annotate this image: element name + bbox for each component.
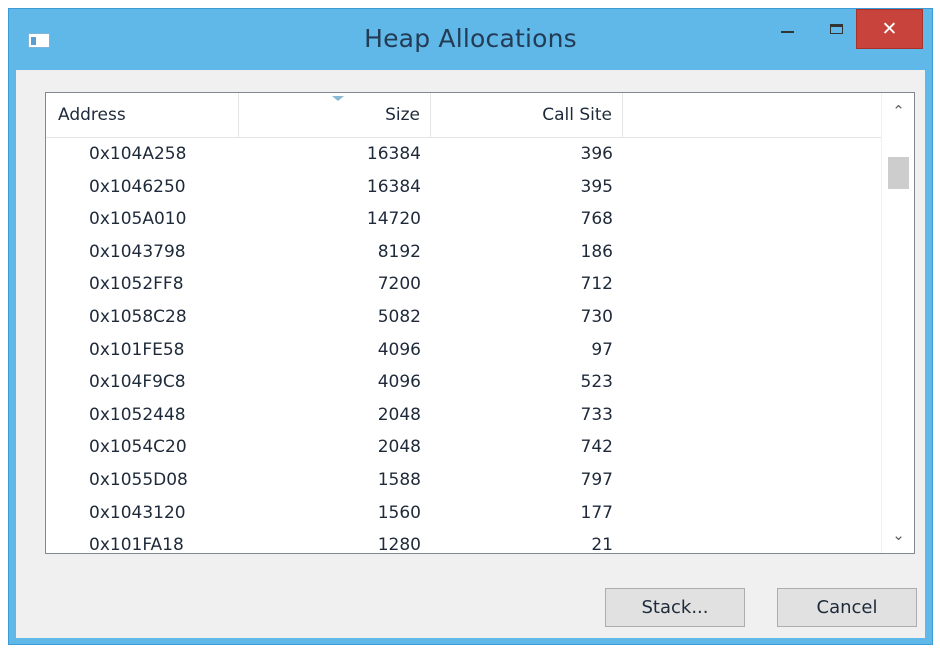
cell-address: 0x1052FF8 — [89, 274, 184, 295]
cell-call-site: 396 — [580, 144, 613, 164]
cell-call-site: 21 — [591, 535, 613, 554]
cell-size: 4096 — [377, 339, 421, 360]
cell-address: 0x1054C20 — [89, 437, 187, 458]
cell-address: 0x1058C28 — [89, 306, 187, 327]
table-row[interactable]: 0x1058C28 5082 730 — [46, 301, 882, 334]
scroll-down-button[interactable]: ⌄ — [882, 517, 914, 553]
close-button[interactable]: ✕ — [856, 9, 923, 49]
cell-size: 4096 — [377, 372, 421, 393]
cell-call-site: 742 — [580, 437, 613, 458]
chevron-up-icon: ⌃ — [892, 102, 905, 120]
close-icon: ✕ — [881, 17, 898, 40]
cell-call-site: 177 — [580, 502, 613, 523]
list-header: Address Size Call Site — [46, 93, 882, 138]
table-row[interactable]: 0x1052FF8 7200 712 — [46, 268, 882, 301]
table-row[interactable]: 0x1052448 2048 733 — [46, 399, 882, 432]
cell-call-site: 523 — [580, 372, 613, 393]
cell-size: 8192 — [377, 241, 421, 262]
cell-size: 2048 — [377, 437, 421, 458]
vertical-scrollbar[interactable]: ⌃ ⌄ — [881, 93, 914, 553]
list-rows: 0x104A258 16384 396 0x1046250 16384 395 0x105A… — [46, 138, 882, 554]
cell-address: 0x101FE58 — [89, 339, 185, 360]
cancel-button[interactable]: Cancel — [777, 588, 917, 627]
cell-size: 7200 — [377, 274, 421, 295]
cell-address: 0x101FA18 — [89, 535, 184, 554]
cell-call-site: 712 — [580, 274, 613, 295]
cell-address: 0x105A010 — [89, 209, 187, 230]
cell-call-site: 186 — [580, 241, 613, 262]
cell-call-site: 733 — [580, 404, 613, 425]
sort-descending-icon — [332, 96, 344, 101]
cell-address: 0x1043120 — [89, 502, 186, 523]
cell-address: 0x104A258 — [89, 144, 187, 164]
cell-call-site: 797 — [580, 469, 613, 490]
table-row[interactable]: 0x1055D08 1588 797 — [46, 464, 882, 497]
scrollbar-thumb[interactable] — [888, 157, 909, 189]
dialog-client-area: Address Size Call Site 0x104A258 16384 396… — [16, 70, 925, 638]
minimize-icon — [781, 31, 794, 33]
cell-address: 0x1043798 — [89, 241, 186, 262]
column-header-filler — [623, 93, 882, 137]
cell-size: 16384 — [366, 176, 421, 197]
cell-call-site: 768 — [580, 209, 613, 230]
cell-call-site: 97 — [591, 339, 613, 360]
cell-address: 0x1046250 — [89, 176, 186, 197]
cell-size: 14720 — [366, 209, 421, 230]
table-row[interactable]: 0x1046250 16384 395 — [46, 171, 882, 204]
table-row[interactable]: 0x105A010 14720 768 — [46, 203, 882, 236]
table-row[interactable]: 0x1054C20 2048 742 — [46, 431, 882, 464]
heap-allocations-window: Heap Allocations ✕ Address Size Call Sit… — [8, 8, 933, 645]
scroll-up-button[interactable]: ⌃ — [882, 93, 914, 129]
cell-size: 5082 — [377, 306, 421, 327]
table-row[interactable]: 0x1043120 1560 177 — [46, 497, 882, 530]
cell-size: 1280 — [377, 535, 421, 554]
maximize-icon — [830, 24, 843, 34]
cell-address: 0x1052448 — [89, 404, 186, 425]
table-row[interactable]: 0x104F9C8 4096 523 — [46, 366, 882, 399]
cell-call-site: 730 — [580, 306, 613, 327]
table-row[interactable]: 0x101FE58 4096 97 — [46, 334, 882, 367]
maximize-button[interactable] — [813, 9, 860, 49]
cell-size: 1588 — [377, 469, 421, 490]
cell-address: 0x104F9C8 — [89, 372, 186, 393]
cell-size: 16384 — [366, 144, 421, 164]
column-header-call-site[interactable]: Call Site — [431, 93, 623, 137]
cell-call-site: 395 — [580, 176, 613, 197]
allocations-list[interactable]: Address Size Call Site 0x104A258 16384 396… — [45, 92, 915, 554]
table-row[interactable]: 0x101FA18 1280 21 — [46, 529, 882, 554]
cell-address: 0x1055D08 — [89, 469, 188, 490]
table-row[interactable]: 0x1043798 8192 186 — [46, 236, 882, 269]
cell-size: 1560 — [377, 502, 421, 523]
column-header-address[interactable]: Address — [46, 93, 239, 137]
minimize-button[interactable] — [764, 9, 811, 49]
chevron-down-icon: ⌄ — [892, 526, 905, 544]
stack-button[interactable]: Stack... — [605, 588, 745, 627]
title-bar[interactable]: Heap Allocations ✕ — [9, 9, 932, 70]
table-row[interactable]: 0x104A258 16384 396 — [46, 138, 882, 171]
cell-size: 2048 — [377, 404, 421, 425]
